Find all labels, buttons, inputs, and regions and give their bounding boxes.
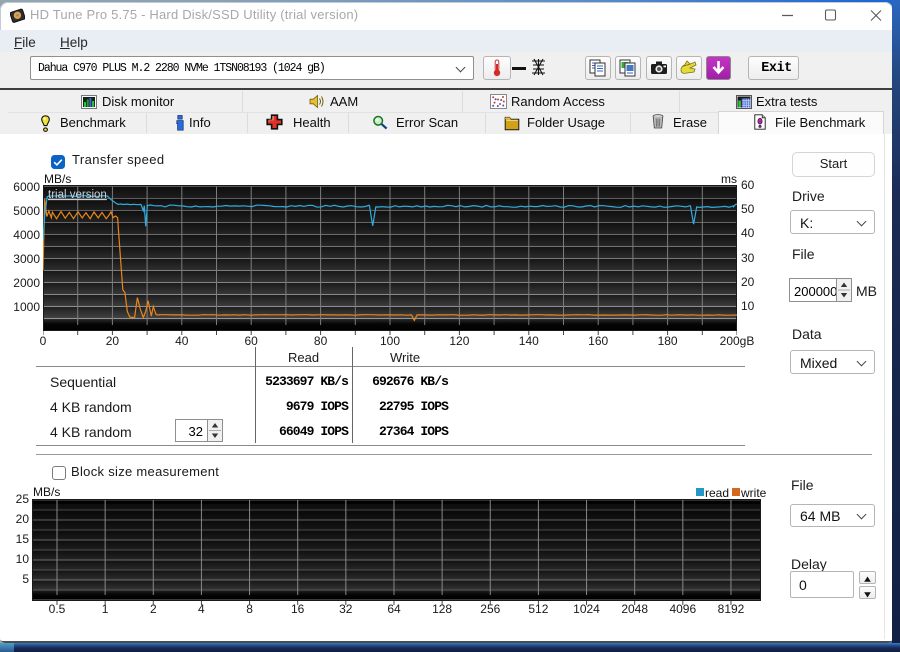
svg-text:trial version: trial version — [48, 189, 107, 201]
